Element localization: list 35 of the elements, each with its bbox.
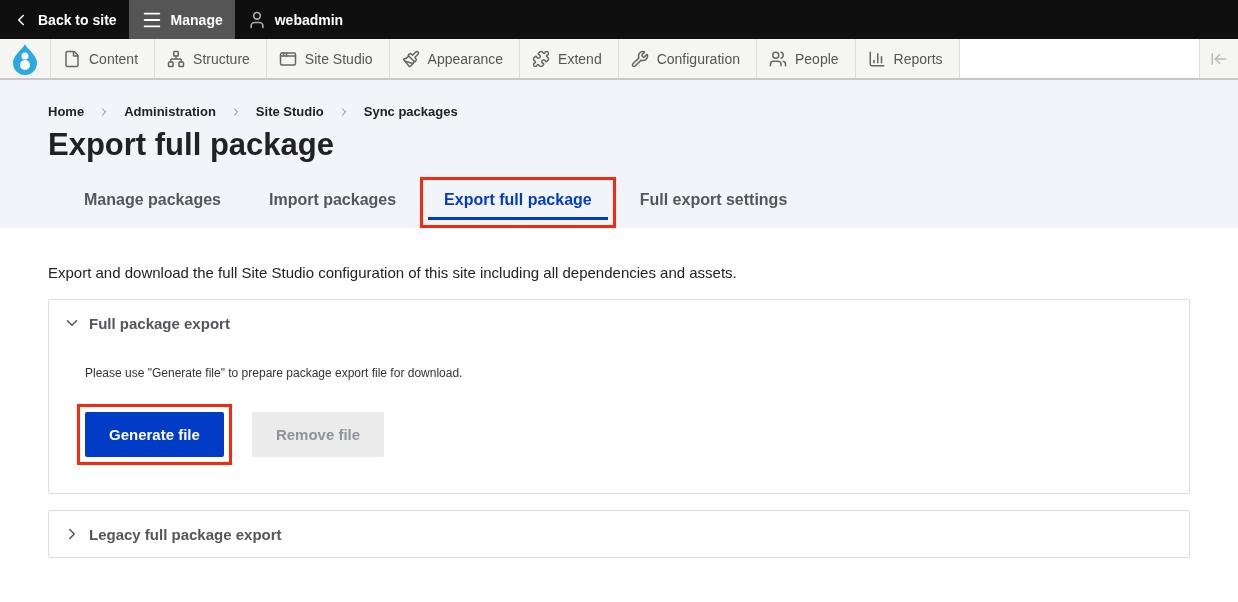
admin-menu-item[interactable]: Site Studio bbox=[266, 39, 390, 78]
admin-menu-item[interactable]: Reports bbox=[855, 39, 960, 78]
manage-tab[interactable]: Manage bbox=[128, 0, 235, 39]
menu-item-icon bbox=[167, 49, 186, 68]
primary-button[interactable]: Generate file bbox=[85, 412, 224, 457]
menu-item-icon bbox=[401, 49, 420, 68]
section-toggle[interactable]: Full package export bbox=[49, 300, 1189, 346]
section-toggle[interactable]: Legacy full package export bbox=[49, 511, 1189, 557]
tab[interactable]: Manage packages bbox=[68, 185, 237, 220]
collapse-toolbar-icon[interactable] bbox=[1199, 39, 1238, 78]
menu-item-icon bbox=[867, 49, 886, 68]
menu-item-icon bbox=[630, 49, 649, 68]
page-description: Export and download the full Site Studio configuration of this site including all dependencies and assets. bbox=[48, 264, 738, 281]
page-title: Export full package bbox=[48, 127, 335, 163]
drupal-logo[interactable] bbox=[0, 39, 51, 78]
help-text: Please use "Generate file" to prepare package export file for download. bbox=[85, 366, 464, 380]
tab[interactable]: Import packages bbox=[252, 185, 413, 220]
admin-menu-item[interactable]: People bbox=[756, 39, 856, 78]
menu-item-icon bbox=[532, 49, 551, 68]
breadcrumb-link[interactable]: Home bbox=[48, 104, 85, 119]
admin-menu-item[interactable]: Appearance bbox=[389, 39, 521, 78]
tab[interactable]: Full export settings bbox=[623, 185, 804, 220]
admin-menu-item[interactable]: Configuration bbox=[618, 39, 757, 78]
back-to-site-link[interactable]: Back to site bbox=[0, 0, 129, 39]
admin-menu-item[interactable]: Content bbox=[51, 39, 156, 78]
breadcrumb-link[interactable]: Site Studio bbox=[255, 104, 324, 119]
menu-item-icon bbox=[63, 49, 81, 68]
tab[interactable]: Export full package bbox=[428, 185, 608, 220]
admin-menu-item[interactable]: Extend bbox=[520, 39, 619, 78]
user-menu[interactable]: webadmin bbox=[234, 0, 356, 39]
admin-menu-item[interactable]: Structure bbox=[155, 39, 267, 78]
breadcrumb-link[interactable]: Sync packages bbox=[363, 104, 458, 119]
breadcrumb-link[interactable]: Administration bbox=[124, 104, 216, 119]
menu-item-icon bbox=[278, 49, 297, 68]
menu-item-icon bbox=[768, 49, 787, 68]
